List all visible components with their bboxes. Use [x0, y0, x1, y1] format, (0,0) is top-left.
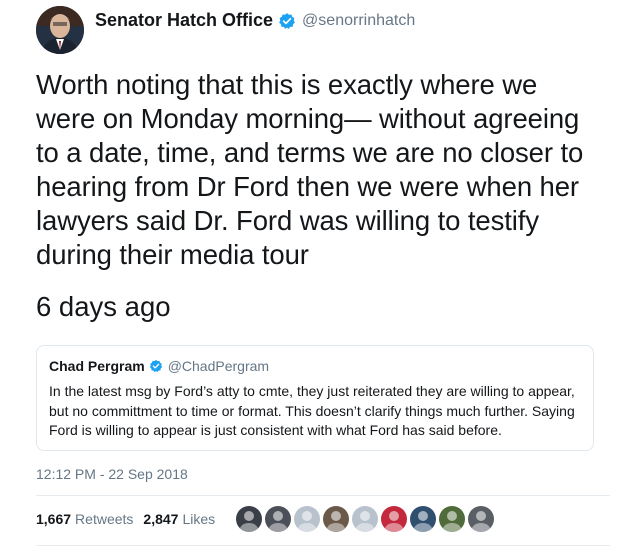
- avatar-silhouette-icon: [413, 511, 433, 532]
- author-display-name[interactable]: Senator Hatch Office: [95, 10, 273, 31]
- tweet-text-line: during their media tour: [36, 239, 309, 270]
- author-name-row: Senator Hatch Office @senorrinhatch: [95, 10, 415, 31]
- tweet-header: Senator Hatch Office @senorrinhatch: [36, 6, 616, 56]
- tweet-text-line: lawyers said Dr. Ford was willing to tes…: [36, 205, 539, 236]
- liker-avatar-3[interactable]: [294, 506, 320, 532]
- avatar-silhouette-icon: [268, 511, 288, 532]
- avatar-silhouette-icon: [471, 511, 491, 532]
- avatar-silhouette-icon: [442, 511, 462, 532]
- relative-time: 6 days ago: [36, 291, 171, 322]
- tweet-text-line: were on Monday morning— without agreeing: [36, 103, 580, 134]
- avatar-silhouette-icon: [355, 511, 375, 532]
- retweets-label[interactable]: Retweets: [75, 511, 133, 527]
- liker-avatar-9[interactable]: [468, 506, 494, 532]
- liker-avatars: [236, 506, 497, 532]
- author-handle[interactable]: @senorrinhatch: [302, 12, 415, 30]
- tweet-text: Worth noting that this is exactly where …: [36, 68, 611, 272]
- liker-avatar-2[interactable]: [265, 506, 291, 532]
- likes-label[interactable]: Likes: [182, 511, 215, 527]
- divider: [36, 545, 610, 546]
- retweets-count[interactable]: 1,667: [36, 511, 71, 527]
- divider: [36, 495, 610, 496]
- quoted-text-line: Ford is willing to appear is just consis…: [49, 422, 502, 438]
- liker-avatar-6[interactable]: [381, 506, 407, 532]
- avatar-silhouette-icon: [384, 511, 404, 532]
- tweet-text-line: Worth noting that this is exactly where …: [36, 69, 538, 100]
- tweet-stats: 1,667 Retweets 2,847 Likes: [36, 511, 225, 527]
- avatar-silhouette-icon: [326, 511, 346, 532]
- quoted-text-line: In the latest msg by Ford’s atty to cmte…: [49, 383, 575, 399]
- quoted-tweet-header: Chad Pergram @ChadPergram: [49, 358, 269, 374]
- liker-avatar-8[interactable]: [439, 506, 465, 532]
- author-avatar[interactable]: [36, 6, 84, 54]
- avatar-silhouette-icon: [297, 511, 317, 532]
- profile-photo-icon: [36, 6, 84, 54]
- tweet-timestamp[interactable]: 12:12 PM - 22 Sep 2018: [36, 466, 188, 482]
- tweet-text-line: to a date, time, and terms we are no clo…: [36, 137, 584, 168]
- likes-count[interactable]: 2,847: [143, 511, 178, 527]
- quoted-text-line: but no committment to time or format. Th…: [49, 402, 575, 419]
- quoted-author-handle: @ChadPergram: [167, 358, 270, 374]
- liker-avatar-7[interactable]: [410, 506, 436, 532]
- liker-avatar-1[interactable]: [236, 506, 262, 532]
- quoted-author-name: Chad Pergram: [49, 358, 145, 374]
- liker-avatar-5[interactable]: [352, 506, 378, 532]
- tweet-text-line: hearing from Dr Ford then we were when h…: [36, 171, 579, 202]
- liker-avatar-4[interactable]: [323, 506, 349, 532]
- quoted-tweet[interactable]: Chad Pergram @ChadPergram In the latest …: [36, 345, 594, 451]
- verified-badge-icon: [149, 359, 162, 373]
- quoted-tweet-text: In the latest msg by Ford’s atty to cmte…: [49, 382, 589, 441]
- verified-badge-icon: [279, 12, 295, 29]
- avatar-silhouette-icon: [239, 511, 259, 532]
